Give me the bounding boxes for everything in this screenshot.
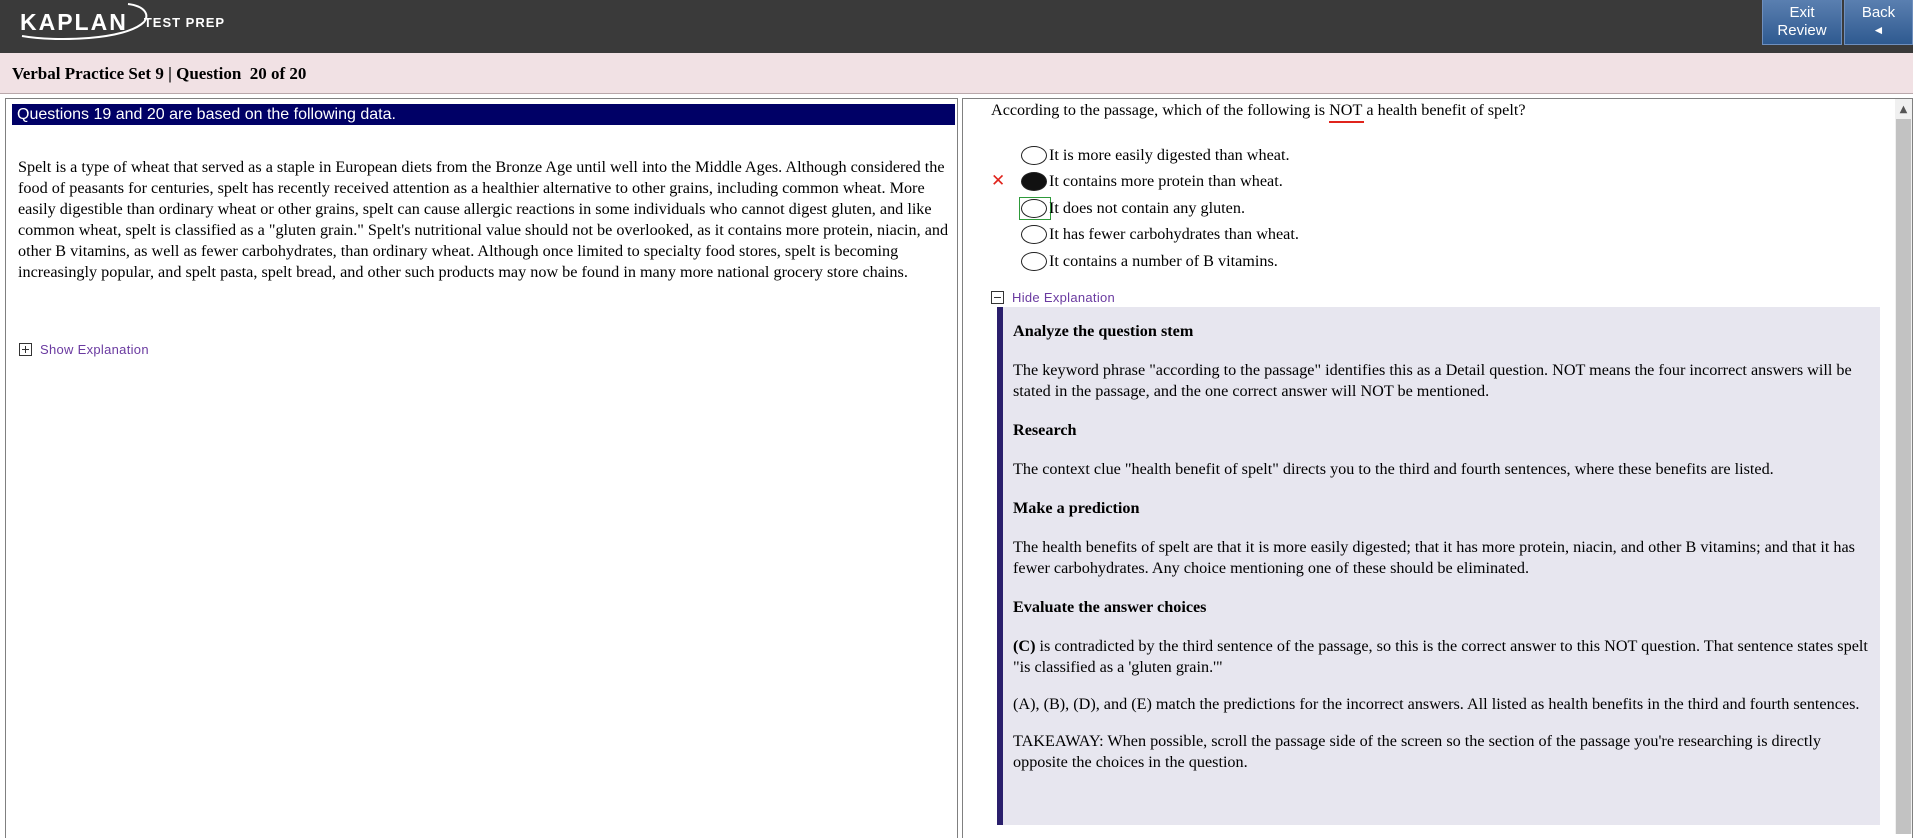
radio-button[interactable]: [1021, 145, 1047, 165]
question-text-after: a health benefit of spelt?: [1362, 101, 1526, 119]
question-pane: According to the passage, which of the f…: [962, 98, 1913, 838]
logo-subtext: TEST PREP: [143, 14, 226, 30]
incorrect-x-icon: ✕: [991, 170, 1006, 191]
logo-wordmark: KAPLAN: [20, 8, 128, 35]
radio-button[interactable]: [1021, 225, 1047, 245]
back-label: Back: [1861, 4, 1896, 21]
expand-icon: [19, 343, 32, 356]
choice-b[interactable]: ✕ It contains more protein than wheat.: [991, 169, 1299, 196]
question-stem: According to the passage, which of the f…: [991, 101, 1526, 123]
explanation-paragraph: (A), (B), (D), and (E) match the predict…: [1013, 695, 1860, 713]
takeaway-paragraph: TAKEAWAY: When possible, scroll the pass…: [1013, 732, 1821, 771]
answer-letter: (C): [1013, 637, 1036, 655]
explanation-panel: Analyze the question stem The keyword ph…: [997, 307, 1880, 825]
explanation-paragraph: (C) is contradicted by the third sentenc…: [1013, 637, 1868, 676]
explanation-paragraph: The health benefits of spelt are that it…: [1013, 538, 1855, 577]
choice-d[interactable]: It has fewer carbohydrates than wheat.: [1021, 222, 1299, 249]
hide-explanation-toggle[interactable]: Hide Explanation: [991, 290, 1115, 305]
answer-choices: It is more easily digested than wheat. ✕…: [991, 142, 1299, 275]
back-button[interactable]: Back ◄: [1844, 0, 1913, 45]
explanation-heading: Make a prediction: [1013, 499, 1140, 517]
collapse-icon: [991, 291, 1004, 304]
choice-label: It is more easily digested than wheat.: [1049, 145, 1290, 164]
choice-label: It contains a number of B vitamins.: [1049, 251, 1278, 270]
kaplan-logo: KAPLAN TEST PREP: [20, 3, 226, 40]
radio-button[interactable]: [1021, 251, 1047, 271]
top-bar: KAPLAN TEST PREP Exit Review Back ◄: [0, 0, 1913, 53]
show-explanation-label: Show Explanation: [40, 342, 149, 357]
explanation-paragraph: The keyword phrase "according to the pas…: [1013, 361, 1852, 400]
explanation-paragraph: The context clue "health benefit of spel…: [1013, 460, 1774, 478]
scroll-thumb[interactable]: [1896, 119, 1911, 834]
explanation-heading: Analyze the question stem: [1013, 322, 1194, 340]
choice-e[interactable]: It contains a number of B vitamins.: [1021, 248, 1299, 275]
choice-label: It does not contain any gluten.: [1049, 198, 1246, 217]
exit-review-button[interactable]: Exit Review: [1762, 0, 1842, 45]
question-emphasis: NOT: [1329, 101, 1365, 123]
radio-button-correct[interactable]: [1021, 198, 1047, 218]
show-explanation-toggle[interactable]: Show Explanation: [19, 342, 149, 357]
page-title: Verbal Practice Set 9 | Question 20 of 2…: [12, 64, 307, 83]
title-bar: Verbal Practice Set 9 | Question 20 of 2…: [0, 53, 1913, 94]
review-label: Review: [1777, 22, 1827, 39]
choice-label: It contains more protein than wheat.: [1049, 172, 1283, 191]
scroll-up-arrow-icon[interactable]: ▲: [1895, 101, 1912, 118]
question-text-before: According to the passage, which of the f…: [991, 101, 1330, 119]
choice-c[interactable]: It does not contain any gluten.: [1019, 195, 1299, 222]
data-header: Questions 19 and 20 are based on the fol…: [12, 104, 955, 125]
vertical-scrollbar[interactable]: ▲: [1895, 99, 1912, 834]
hide-explanation-label: Hide Explanation: [1012, 290, 1116, 305]
choice-a[interactable]: It is more easily digested than wheat.: [1021, 142, 1299, 169]
exit-label: Exit: [1789, 4, 1815, 21]
radio-button-selected[interactable]: [1021, 172, 1047, 192]
explanation-heading: Evaluate the answer choices: [1013, 598, 1207, 616]
back-arrow-icon: ◄: [1872, 23, 1885, 37]
choice-label: It has fewer carbohydrates than wheat.: [1049, 225, 1299, 244]
explanation-heading: Research: [1013, 421, 1077, 439]
passage-text: Spelt is a type of wheat that served as …: [18, 158, 949, 281]
passage-pane: Questions 19 and 20 are based on the fol…: [5, 98, 958, 838]
